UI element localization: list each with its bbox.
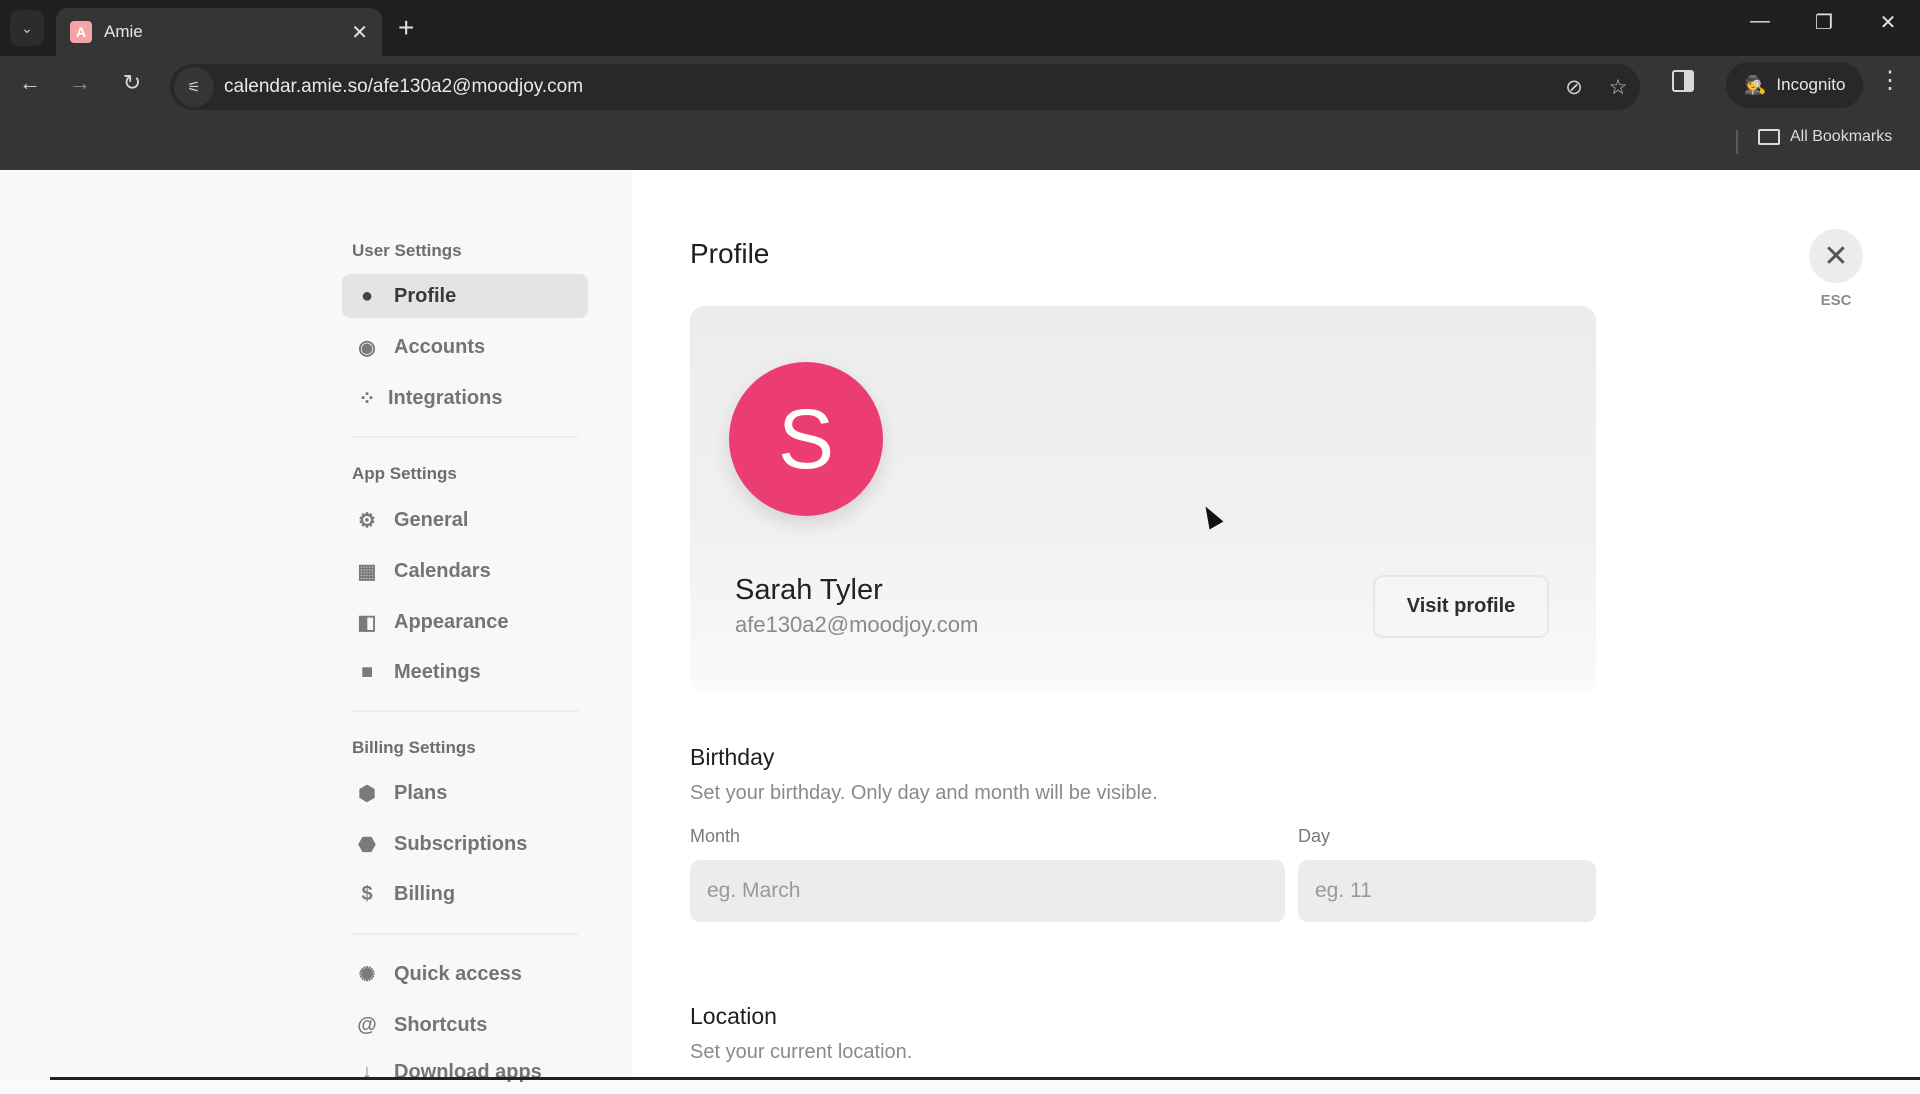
all-bookmarks-button[interactable]: All Bookmarks (1758, 128, 1892, 146)
bookmarks-bar: All Bookmarks (0, 116, 1920, 170)
back-icon[interactable]: ← (14, 70, 46, 96)
close-settings-button[interactable]: ✕ (1809, 229, 1863, 283)
restore-icon[interactable]: ❐ (1804, 10, 1844, 35)
day-label: Day (1298, 826, 1331, 846)
bookmark-star-icon[interactable]: ☆ (1596, 75, 1640, 100)
browser-chrome: ⌄ A Amie ✕ + — ❐ ✕ ← → ↻ ⚟ calendar.amie… (0, 0, 1920, 170)
sidebar-item-label: Accounts (394, 335, 486, 358)
sidebar-item-profile[interactable]: ● Profile (342, 274, 588, 318)
day-input[interactable] (1298, 860, 1596, 922)
location-description: Set your current location. (690, 1041, 913, 1063)
all-bookmarks-label: All Bookmarks (1790, 128, 1893, 145)
user-name: Sarah Tyler (735, 574, 883, 606)
appearance-icon: ◧ (357, 611, 377, 634)
browser-menu-icon[interactable]: ⋮ (1878, 66, 1902, 95)
bookmarks-divider (1736, 130, 1738, 154)
accounts-icon: ◉ (358, 336, 376, 359)
close-tab-icon[interactable]: ✕ (351, 20, 368, 45)
sidebar-divider (352, 933, 578, 935)
sidebar-item-subscriptions[interactable]: ⬣ Subscriptions (342, 822, 588, 866)
sidebar-item-quick-access[interactable]: ✺ Quick access (342, 952, 588, 996)
month-label: Month (690, 826, 741, 846)
plans-hexagon-icon: ⬢ (358, 782, 376, 805)
tab-strip: ⌄ A Amie ✕ + — ❐ ✕ (0, 0, 1920, 56)
sidebar-item-integrations[interactable]: ⁘ Integrations (342, 376, 588, 420)
settings-sidebar-pane: User Settings ● Profile ◉ Accounts ⁘ Int… (0, 170, 632, 1083)
sidebar-item-label: Appearance (394, 610, 509, 633)
eye-off-icon[interactable]: ⊘ (1552, 75, 1596, 100)
settings-page: User Settings ● Profile ◉ Accounts ⁘ Int… (0, 170, 1920, 1083)
sidebar-item-label: Billing (394, 882, 456, 905)
esc-hint: ESC (1820, 292, 1852, 309)
incognito-icon: 🕵 (1744, 74, 1767, 95)
folder-icon (1758, 129, 1780, 145)
sidebar-item-label: Quick access (394, 962, 522, 985)
sidebar-item-label: Integrations (388, 386, 503, 409)
integrations-grid-icon: ⁘ (358, 387, 376, 410)
sidebar-item-label: Meetings (394, 660, 481, 683)
forward-icon[interactable]: → (64, 70, 96, 96)
window-close-icon[interactable]: ✕ (1868, 10, 1908, 35)
sidebar-item-label: Plans (394, 781, 448, 804)
chevron-down-icon: ⌄ (21, 19, 33, 36)
sidebar-item-label: Shortcuts (394, 1013, 488, 1036)
sidebar-item-billing[interactable]: $ Billing (342, 872, 588, 916)
sidebar-item-download-apps[interactable]: ↓ Download apps (342, 1050, 588, 1094)
video-camera-icon: ■ (360, 660, 374, 683)
site-info-icon[interactable]: ⚟ (174, 67, 214, 107)
close-icon: ✕ (1823, 239, 1849, 273)
sidebar-item-appearance[interactable]: ◧ Appearance (342, 600, 588, 644)
address-bar[interactable]: ⚟ calendar.amie.so/afe130a2@moodjoy.com … (170, 64, 1640, 110)
page-title: Profile (690, 238, 770, 269)
sidebar-divider (352, 710, 578, 712)
sidebar-item-label: Download apps (394, 1060, 542, 1083)
calendar-icon: ▦ (357, 560, 377, 583)
tab-title: Amie (104, 22, 143, 41)
sidebar-item-calendars[interactable]: ▦ Calendars (342, 549, 588, 593)
url-text[interactable]: calendar.amie.so/afe130a2@moodjoy.com (224, 76, 1552, 98)
dollar-icon: $ (361, 882, 373, 905)
birthday-title: Birthday (690, 744, 775, 770)
at-sign-icon: @ (357, 1013, 377, 1036)
sidebar-divider (352, 436, 578, 438)
birthday-description: Set your birthday. Only day and month wi… (690, 782, 1158, 804)
side-panel-icon[interactable] (1672, 70, 1694, 92)
section-heading-user-settings: User Settings (352, 241, 462, 260)
browser-tab-amie[interactable]: A Amie ✕ (56, 8, 382, 56)
minimize-icon[interactable]: — (1740, 10, 1780, 33)
location-title: Location (690, 1003, 777, 1029)
tab-search-button[interactable]: ⌄ (10, 10, 44, 46)
sidebar-item-meetings[interactable]: ■ Meetings (342, 650, 588, 694)
sidebar-item-label: Subscriptions (394, 832, 528, 855)
user-email: afe130a2@moodjoy.com (735, 612, 979, 637)
box-icon: ⬣ (358, 833, 376, 856)
amie-favicon-icon: A (70, 21, 92, 43)
sidebar-item-shortcuts[interactable]: @ Shortcuts (342, 1003, 588, 1047)
sidebar-item-label: Calendars (394, 559, 491, 582)
quick-access-icon: ✺ (358, 963, 376, 986)
sidebar-item-label: Profile (394, 284, 457, 307)
sidebar-item-accounts[interactable]: ◉ Accounts (342, 325, 588, 369)
sidebar-item-plans[interactable]: ⬢ Plans (342, 771, 588, 815)
user-circle-icon: ● (360, 284, 374, 307)
visit-profile-button[interactable]: Visit profile (1373, 575, 1549, 638)
gear-icon: ⚙ (358, 509, 376, 532)
avatar: S (729, 362, 883, 516)
section-heading-app-settings: App Settings (352, 464, 457, 483)
incognito-badge[interactable]: 🕵 Incognito (1726, 62, 1864, 108)
month-input[interactable] (690, 860, 1285, 922)
reload-icon[interactable]: ↻ (116, 70, 148, 96)
browser-toolbar: ← → ↻ ⚟ calendar.amie.so/afe130a2@moodjo… (0, 56, 1920, 116)
incognito-label: Incognito (1776, 75, 1846, 94)
sidebar-item-general[interactable]: ⚙ General (342, 498, 588, 542)
profile-card: S Sarah Tyler afe130a2@moodjoy.com Visit… (690, 306, 1596, 692)
new-tab-button[interactable]: + (398, 12, 414, 44)
section-heading-billing-settings: Billing Settings (352, 738, 476, 757)
sidebar-item-label: General (394, 508, 469, 531)
